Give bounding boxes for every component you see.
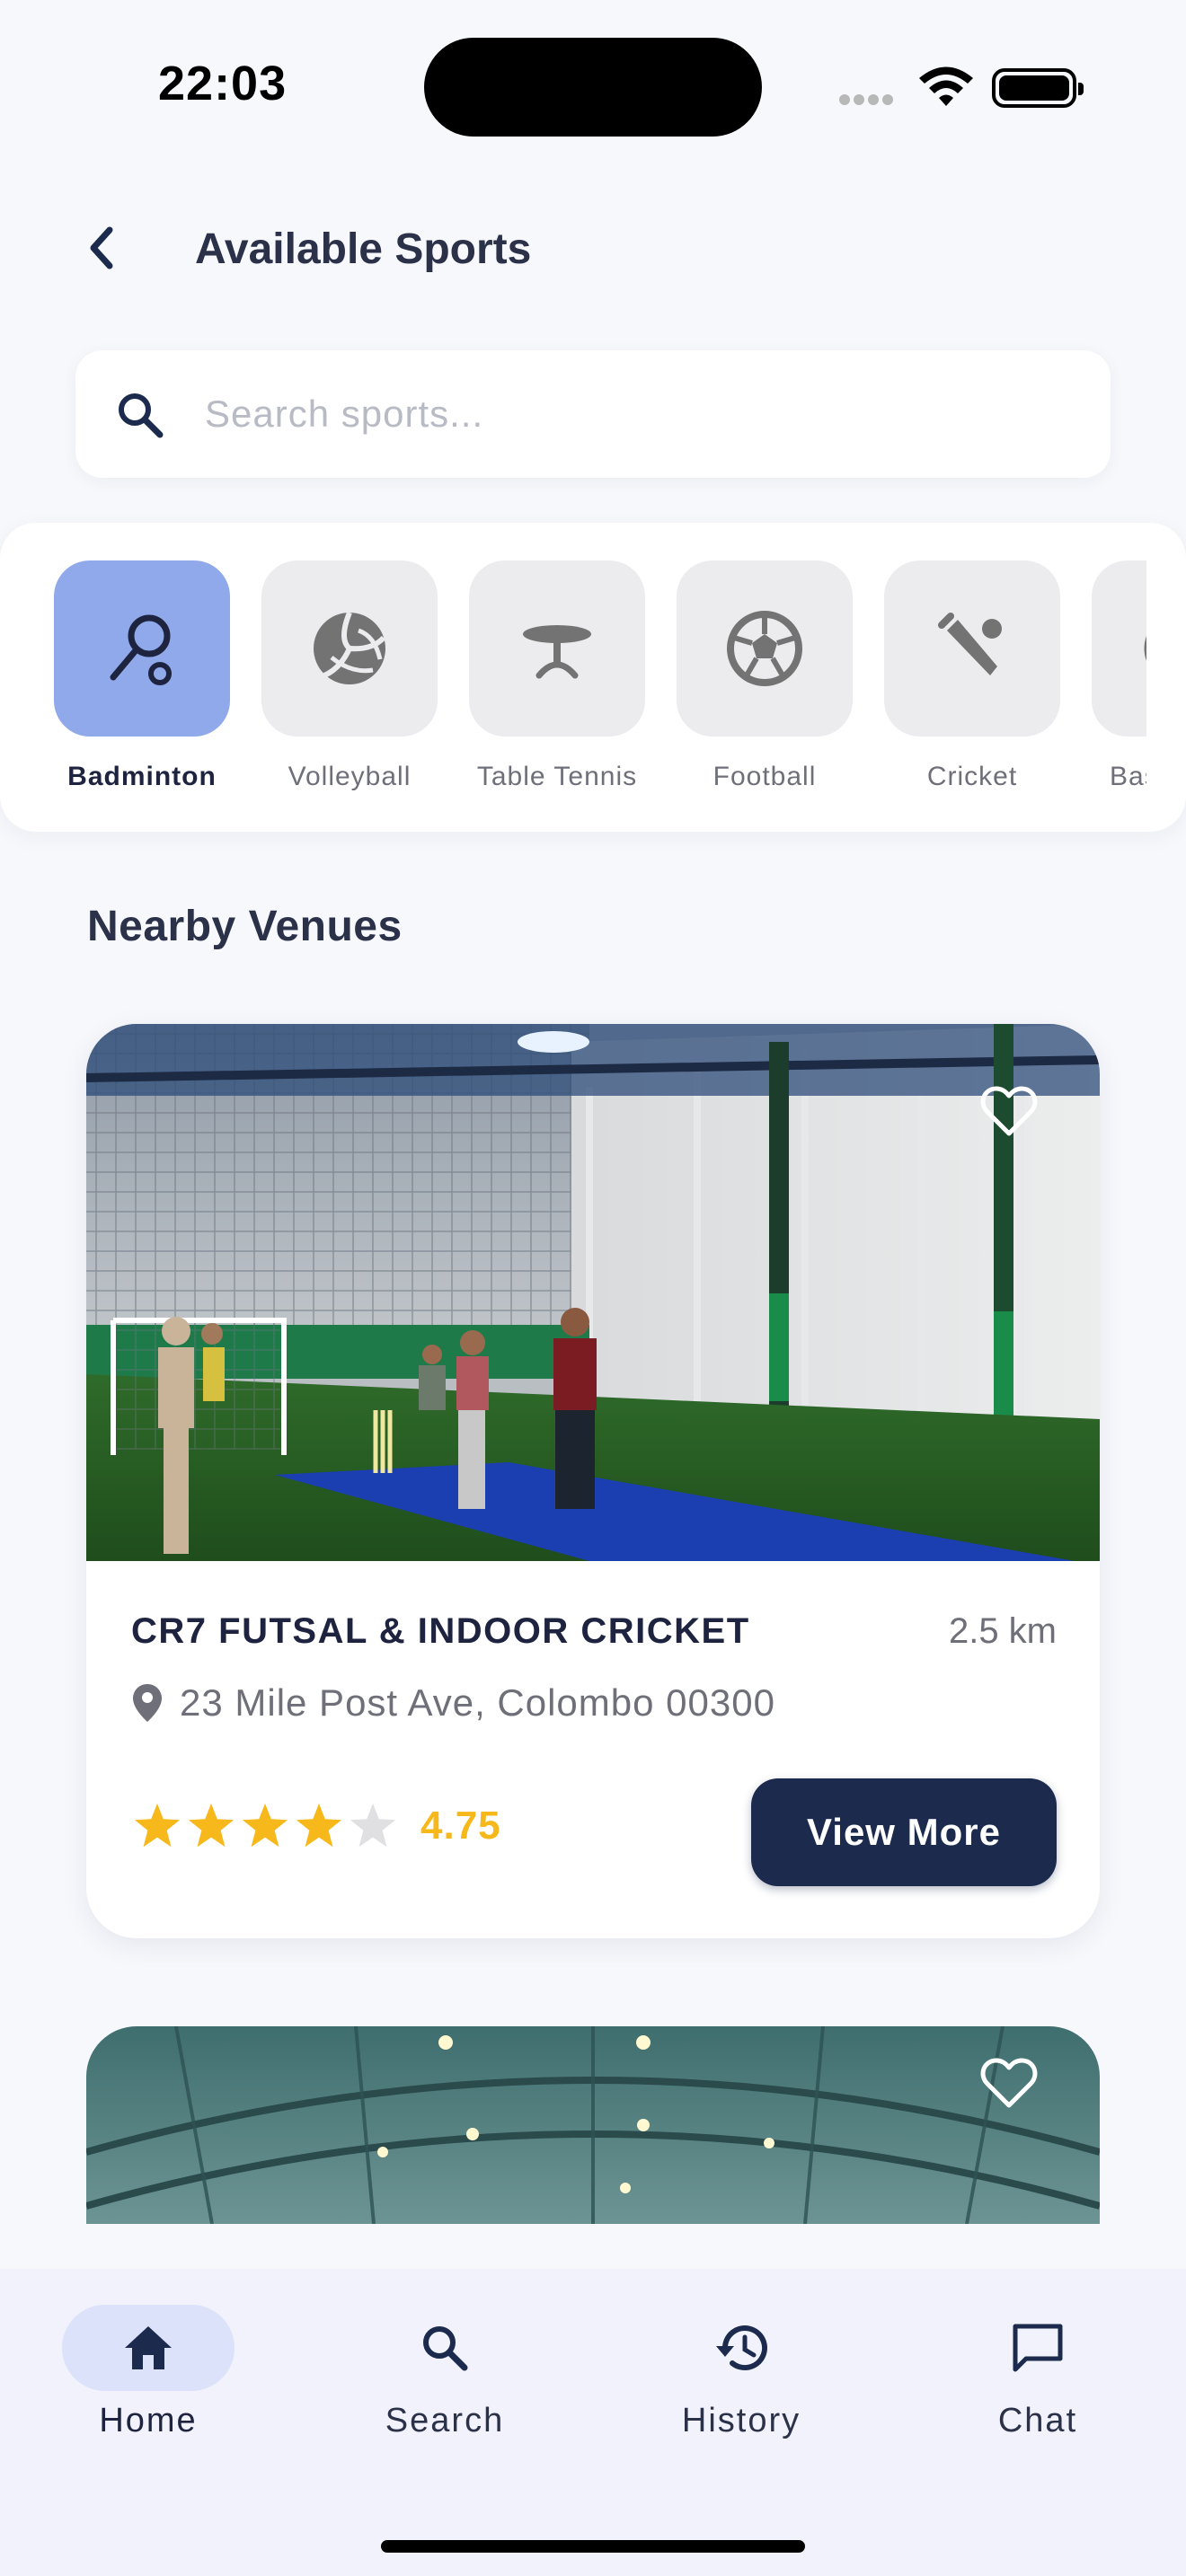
badminton-racket-icon bbox=[110, 614, 172, 685]
search-bar[interactable] bbox=[75, 350, 1111, 478]
favorite-button[interactable] bbox=[978, 2051, 1040, 2114]
table-tennis-table-icon bbox=[523, 625, 591, 679]
nav-label: Chat bbox=[997, 2402, 1078, 2439]
category-label: Table Tennis bbox=[476, 762, 638, 791]
nav-label: Home bbox=[99, 2402, 198, 2439]
venue-photo bbox=[86, 2026, 1100, 2224]
favorite-button[interactable] bbox=[978, 1080, 1040, 1142]
category-tile bbox=[884, 560, 1060, 737]
nav-pill bbox=[62, 2305, 235, 2391]
battery-icon bbox=[992, 68, 1084, 108]
section-title-nearby: Nearby Venues bbox=[87, 903, 403, 950]
cellular-signal-icon bbox=[839, 93, 902, 106]
category-badminton[interactable]: Badminton bbox=[54, 560, 230, 792]
heart-icon bbox=[980, 1086, 1038, 1136]
venue-name: CR7 FUTSAL & INDOOR CRICKET bbox=[131, 1611, 750, 1651]
venue-rating: 4.75 bbox=[131, 1800, 501, 1852]
category-label: Badminton bbox=[67, 762, 217, 791]
nav-history[interactable]: History bbox=[642, 2305, 840, 2440]
status-time: 22:03 bbox=[158, 57, 288, 110]
venue-photo bbox=[86, 1024, 1100, 1561]
category-label: Football bbox=[712, 762, 817, 791]
home-indicator bbox=[381, 2540, 805, 2553]
star-filled-icon bbox=[134, 1803, 181, 1848]
dynamic-island bbox=[424, 38, 762, 137]
nav-home[interactable]: Home bbox=[49, 2305, 247, 2440]
view-more-button[interactable]: View More bbox=[751, 1778, 1057, 1886]
location-pin-icon bbox=[133, 1684, 162, 1722]
category-tile bbox=[54, 560, 230, 737]
chat-icon bbox=[1013, 2324, 1063, 2372]
venue-card[interactable] bbox=[86, 2026, 1100, 2224]
category-tile bbox=[677, 560, 853, 737]
category-tile bbox=[1092, 560, 1146, 737]
star-filled-icon bbox=[296, 1803, 342, 1848]
sport-categories: Badminton Volleyball Table Tennis Footba… bbox=[0, 523, 1186, 832]
venue-address-row: 23 Mile Post Ave, Colombo 00300 bbox=[131, 1681, 775, 1725]
volleyball-icon bbox=[314, 611, 386, 684]
search-icon bbox=[423, 2326, 468, 2371]
basketball-icon bbox=[1144, 636, 1146, 661]
nav-chat[interactable]: Chat bbox=[939, 2305, 1137, 2440]
category-tile bbox=[469, 560, 645, 737]
nav-label: Search bbox=[385, 2402, 505, 2439]
nav-pill bbox=[358, 2305, 531, 2391]
venue-address: 23 Mile Post Ave, Colombo 00300 bbox=[180, 1681, 775, 1724]
category-scroller[interactable]: Badminton Volleyball Table Tennis Footba… bbox=[54, 560, 1146, 821]
page-title: Available Sports bbox=[195, 225, 532, 273]
status-bar: 22:03 bbox=[0, 0, 1186, 162]
back-button[interactable] bbox=[77, 219, 126, 277]
nav-search[interactable]: Search bbox=[346, 2305, 544, 2440]
star-filled-icon bbox=[188, 1803, 235, 1848]
category-label: Volleyball bbox=[288, 762, 412, 791]
rating-value: 4.75 bbox=[420, 1804, 501, 1848]
history-icon bbox=[716, 2325, 767, 2371]
category-basketball[interactable]: Bas bbox=[1092, 560, 1146, 792]
nav-label: History bbox=[681, 2402, 801, 2439]
venue-card[interactable]: CR7 FUTSAL & INDOOR CRICKET 2.5 km 23 Mi… bbox=[86, 1024, 1100, 1938]
category-tile bbox=[261, 560, 438, 737]
nav-pill bbox=[655, 2305, 828, 2391]
cricket-bat-icon bbox=[938, 613, 1002, 675]
category-volleyball[interactable]: Volleyball bbox=[261, 560, 438, 792]
category-table-tennis[interactable]: Table Tennis bbox=[469, 560, 645, 792]
search-icon bbox=[119, 393, 164, 438]
nav-pill bbox=[951, 2305, 1124, 2391]
category-label: Cricket bbox=[926, 762, 1018, 791]
category-label: Bas bbox=[1110, 762, 1146, 791]
star-filled-icon bbox=[242, 1803, 288, 1848]
heart-icon bbox=[980, 2058, 1038, 2108]
bottom-navigation: Home Search History Chat bbox=[0, 2269, 1186, 2576]
football-icon bbox=[727, 611, 802, 686]
star-empty-icon bbox=[350, 1803, 396, 1848]
category-football[interactable]: Football bbox=[677, 560, 853, 792]
category-cricket[interactable]: Cricket bbox=[884, 560, 1060, 792]
venue-distance: 2.5 km bbox=[948, 1611, 1057, 1651]
chevron-left-icon bbox=[90, 226, 113, 269]
search-input[interactable] bbox=[205, 386, 1067, 442]
home-icon bbox=[125, 2326, 172, 2369]
wifi-icon bbox=[919, 66, 973, 106]
